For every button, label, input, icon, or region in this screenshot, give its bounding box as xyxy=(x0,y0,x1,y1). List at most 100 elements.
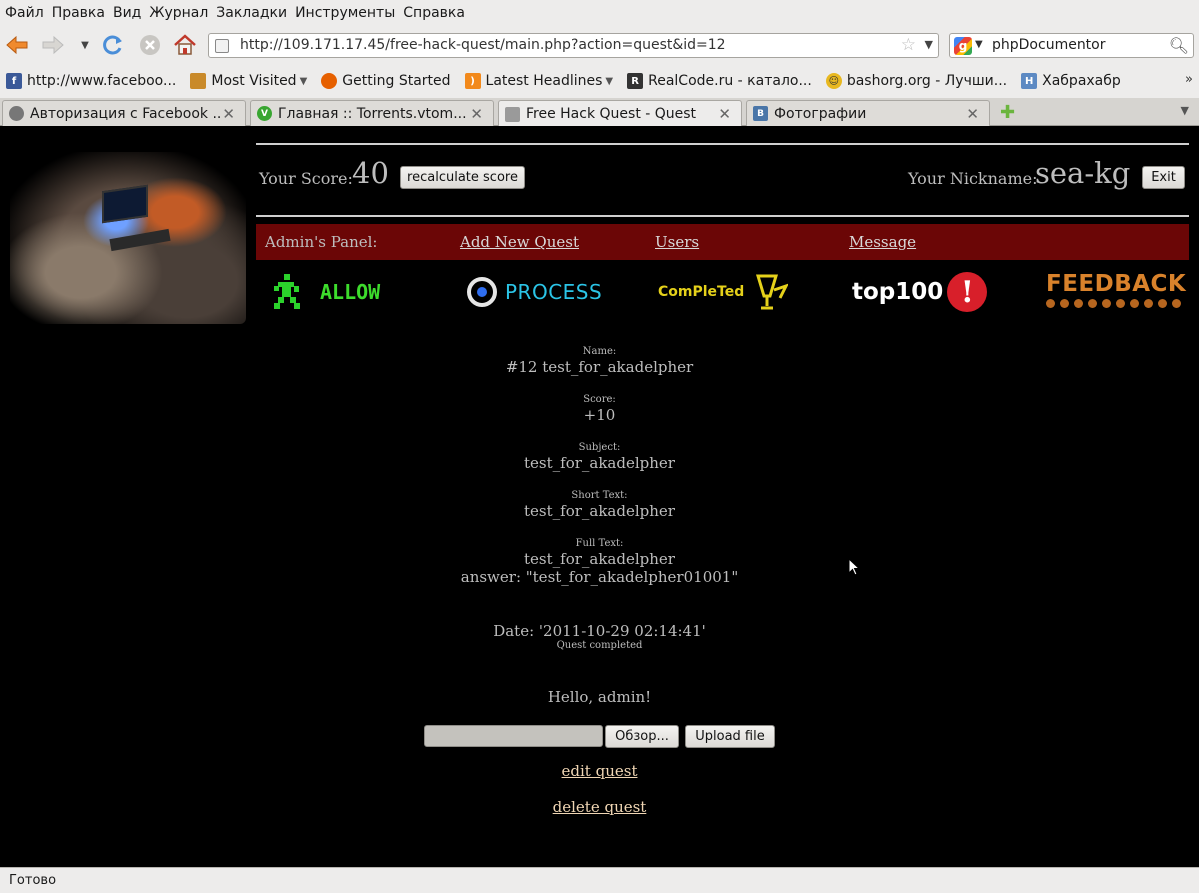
google-icon[interactable]: g xyxy=(954,37,972,55)
tab-torrents[interactable]: V Главная :: Torrents.vtom... ✕ xyxy=(250,100,494,126)
edit-quest-label[interactable]: edit quest xyxy=(562,762,638,780)
exit-button[interactable]: Exit xyxy=(1142,166,1185,189)
bookmark-realcode[interactable]: R RealCode.ru - катало... xyxy=(627,73,812,89)
menu-bar: Файл Правка Вид Журнал Закладки Инструме… xyxy=(0,0,1199,26)
upload-file-button[interactable]: Upload file xyxy=(685,725,775,748)
firefox-icon xyxy=(321,73,338,89)
bookmark-habrahabr[interactable]: H Хабрахабр xyxy=(1021,73,1121,89)
torrents-icon: V xyxy=(257,106,272,121)
menu-tools[interactable]: Инструменты xyxy=(295,5,395,21)
quest-full-text-label: Full Text: xyxy=(575,538,624,549)
running-man-icon xyxy=(274,274,300,309)
home-icon xyxy=(174,34,196,55)
site-identity-icon[interactable] xyxy=(215,39,229,53)
page-icon xyxy=(505,106,520,122)
url-dropdown-icon[interactable]: ▼ xyxy=(925,38,933,51)
forward-arrow-icon xyxy=(42,35,64,55)
quest-short-text: test_for_akadelpher xyxy=(524,502,675,520)
close-tab-icon[interactable]: ✕ xyxy=(966,105,979,123)
back-button[interactable] xyxy=(4,32,30,58)
completed-text: ComPleTed xyxy=(658,284,745,300)
rss-icon: ) xyxy=(464,73,481,89)
search-bar[interactable]: g ▼ phpDocumentor 🔍︎ xyxy=(949,33,1194,58)
top100-logo-link[interactable]: top100 ! xyxy=(852,270,988,314)
quest-score-label: Score: xyxy=(583,394,616,405)
menu-help[interactable]: Справка xyxy=(403,5,465,21)
allow-logo-link[interactable]: ALLOW xyxy=(266,270,380,314)
add-new-quest-link[interactable]: Add New Quest xyxy=(460,233,579,251)
quest-name-label: Name: xyxy=(582,346,617,357)
home-button[interactable] xyxy=(172,32,198,58)
message-link[interactable]: Message xyxy=(849,233,916,251)
forward-button[interactable] xyxy=(40,32,66,58)
edit-quest-link[interactable]: edit quest xyxy=(0,762,1199,780)
bookmark-label: Getting Started xyxy=(342,73,451,89)
tab-bar: Авторизация с Facebook ... ✕ V Главная :… xyxy=(0,98,1199,127)
bookmark-star-icon[interactable]: ☆ xyxy=(901,35,916,55)
search-input[interactable]: phpDocumentor xyxy=(992,37,1106,53)
menu-bookmarks[interactable]: Закладки xyxy=(216,5,287,21)
menu-edit[interactable]: Правка xyxy=(52,5,105,21)
reload-button[interactable] xyxy=(100,32,126,58)
quest-status: Quest completed xyxy=(556,640,643,651)
tab-title: Авторизация с Facebook ... xyxy=(30,105,220,122)
close-tab-icon[interactable]: ✕ xyxy=(222,105,235,123)
facebook-icon: f xyxy=(6,73,22,89)
score-value: 40 xyxy=(352,156,389,190)
process-ring-icon xyxy=(467,277,497,307)
completed-logo-link[interactable]: ComPleTed xyxy=(658,270,789,314)
stop-button[interactable] xyxy=(137,32,163,58)
admin-panel: Admin's Panel: Add New Quest Users Messa… xyxy=(256,224,1189,260)
menu-history[interactable]: Журнал xyxy=(149,5,208,21)
facebook-auth-icon xyxy=(9,106,24,121)
quest-date: Date: '2011-10-29 02:14:41' xyxy=(493,622,706,640)
file-path-input[interactable] xyxy=(424,725,603,747)
search-engine-dropdown-icon[interactable]: ▼ xyxy=(975,39,983,50)
hacker-photo xyxy=(10,152,246,324)
nickname-label: Your Nickname: xyxy=(908,169,1038,188)
url-text[interactable]: http://109.171.17.45/free-hack-quest/mai… xyxy=(240,37,726,53)
tab-free-hack-quest[interactable]: Free Hack Quest - Quest ✕ xyxy=(498,100,742,127)
history-dropdown[interactable]: ▼ xyxy=(72,32,98,58)
allow-text: ALLOW xyxy=(320,280,381,304)
search-icon[interactable]: 🔍︎ xyxy=(1169,36,1189,55)
navigation-toolbar: ▼ http://109.171.17.45/free-hack-quest/m… xyxy=(0,26,1199,64)
users-link[interactable]: Users xyxy=(655,233,699,251)
new-tab-icon[interactable]: ✚ xyxy=(1000,102,1015,123)
process-logo-link[interactable]: PROCESS xyxy=(467,270,602,314)
browse-button[interactable]: Обзор... xyxy=(605,725,679,748)
quest-short-text-label: Short Text: xyxy=(571,490,628,501)
bookmark-latest-headlines[interactable]: ) Latest Headlines ▼ xyxy=(464,73,614,89)
list-tabs-icon[interactable]: ▼ xyxy=(1181,104,1189,117)
bookmarks-toolbar: f http://www.faceboo... Most Visited ▼ Get… xyxy=(0,64,1199,98)
status-text: Готово xyxy=(9,873,57,888)
bookmark-bashorg[interactable]: ☺ bashorg.org - Лучши... xyxy=(825,73,1007,89)
quest-score: +10 xyxy=(583,406,616,424)
recalculate-score-button[interactable]: recalculate score xyxy=(400,166,525,189)
feedback-logo-link[interactable]: FEEDBACK xyxy=(1046,270,1186,314)
close-tab-icon[interactable]: ✕ xyxy=(718,105,731,123)
url-bar[interactable]: http://109.171.17.45/free-hack-quest/mai… xyxy=(208,33,939,58)
quest-answer: answer: "test_for_akadelpher01001" xyxy=(460,568,739,586)
greeting-text: Hello, admin! xyxy=(547,688,652,706)
tab-title: Free Hack Quest - Quest xyxy=(526,106,697,122)
delete-quest-link[interactable]: delete quest xyxy=(0,798,1199,816)
process-text: PROCESS xyxy=(505,280,603,304)
tab-photos[interactable]: B Фотографии ✕ xyxy=(746,100,990,126)
delete-quest-label[interactable]: delete quest xyxy=(553,798,647,816)
bookmark-facebook[interactable]: f http://www.faceboo... xyxy=(6,73,176,89)
bookmark-most-visited[interactable]: Most Visited ▼ xyxy=(190,73,307,89)
menu-view[interactable]: Вид xyxy=(113,5,141,21)
close-tab-icon[interactable]: ✕ xyxy=(470,105,483,123)
bookmark-label: Хабрахабр xyxy=(1042,73,1121,89)
top100-text: top100 xyxy=(852,279,944,305)
bookmarks-overflow-icon[interactable]: » xyxy=(1185,72,1193,87)
menu-file[interactable]: Файл xyxy=(5,5,44,21)
photo-keyboard xyxy=(109,228,171,252)
bookmark-label: Most Visited xyxy=(211,73,297,89)
tab-facebook-auth[interactable]: Авторизация с Facebook ... ✕ xyxy=(2,100,246,126)
bookmark-getting-started[interactable]: Getting Started xyxy=(321,73,451,89)
exclamation-icon: ! xyxy=(947,272,988,312)
chevron-down-icon: ▼ xyxy=(605,75,614,87)
habr-icon: H xyxy=(1021,73,1038,89)
